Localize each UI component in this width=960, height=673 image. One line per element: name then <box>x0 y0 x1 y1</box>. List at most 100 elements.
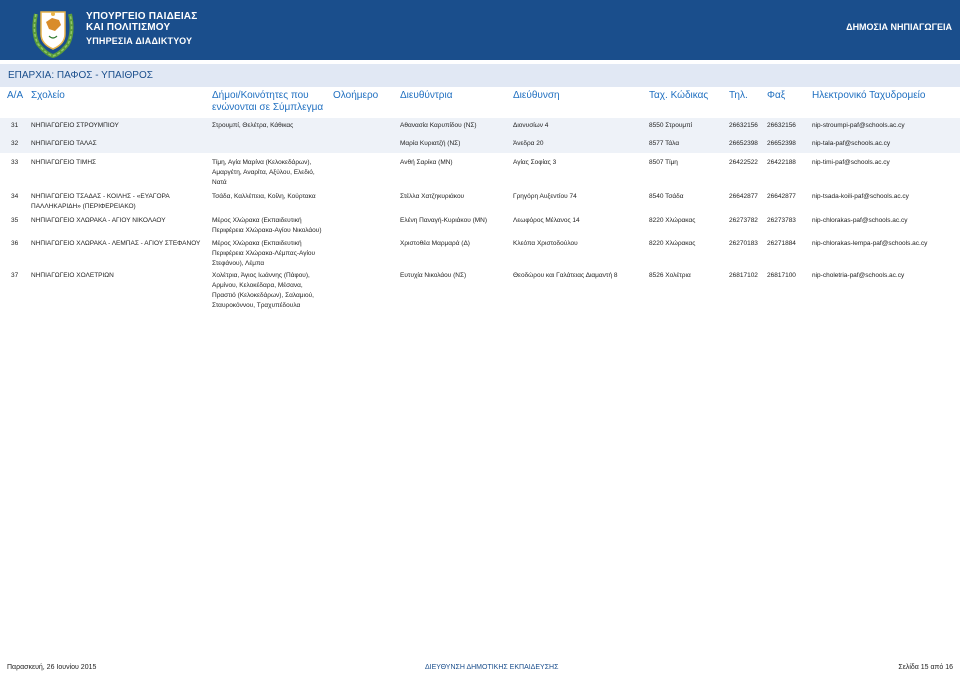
cell-postal: 8540 Τσάδα <box>649 193 684 200</box>
column-header-principal: Διευθύντρια <box>400 90 453 101</box>
cell-communities: Τίμη, Αγία Μαρίνα (Κελοκεδάρων), Αμαργέτη… <box>212 158 315 188</box>
cell-school-line: ΝΗΠΙΑΓΩΓΕΙΟ ΧΛΩΡΑΚΑ - ΛΕΜΠΑΣ - ΑΓΙΟΥ ΣΤΕ… <box>31 240 201 247</box>
cell-communities-line: Τίμη, Αγία Μαρίνα (Κελοκεδάρων), <box>212 159 312 166</box>
cell-fax: 26422188 <box>767 159 796 166</box>
cell-school: ΝΗΠΙΑΓΩΓΕΙΟ ΣΤΡΟΥΜΠΙΟΥ <box>31 121 119 131</box>
column-header-day: Ολοήμερο <box>333 90 379 101</box>
cell-address: Γρηγόρη Αυξεντίου 74 <box>513 193 577 200</box>
column-header-email: Ηλεκτρονικό Ταχυδρομείο <box>812 90 926 101</box>
cell-aa: 33 <box>11 159 19 166</box>
cell-school-line: ΝΗΠΙΑΓΩΓΕΙΟ ΤΑΛΑΣ <box>31 140 97 147</box>
district-bar: ΕΠΑΡΧΙΑ: ΠΑΦΟΣ - ΥΠΑΙΘΡΟΣ <box>0 64 960 87</box>
header-banner: ΥΠΟΥΡΓΕΙΟ ΠΑΙΔΕΙΑΣ ΚΑΙ ΠΟΛΙΤΙΣΜΟΥ ΥΠΗΡΕΣ… <box>0 0 960 60</box>
table-row: 35 ΝΗΠΙΑΓΩΓΕΙΟ ΧΛΩΡΑΚΑ - ΑΓΙΟΥ ΝΙΚΟΛΑΟΥ Μέ… <box>0 213 960 235</box>
cell-communities-line: Σταυροκόννου, Τραχυπέδουλα <box>212 302 301 309</box>
cell-principal: Ελένη Παναγή-Κυριάκου (ΜΝ) <box>400 217 488 224</box>
cell-school-line: ΠΑΛΛΗΚΑΡΙΔΗ» (ΠΕΡΙΦΕΡΕΙΑΚΟ) <box>31 203 136 210</box>
department-title: ΔΗΜΟΣΙΑ ΝΗΠΙΑΓΩΓΕΙΑ <box>846 22 952 32</box>
cell-principal: Χριστοθέα Μαρμαρά (Δ) <box>400 240 470 247</box>
column-header-communities-line2: ενώνονται σε Σύμπλεγμα <box>212 102 324 113</box>
cell-communities-line: Στρουμπί, Θελέτρα, Κάθικας <box>212 122 294 129</box>
cell-fax: 26632156 <box>767 122 796 129</box>
cell-email: nip-stroumpi-paf@schools.ac.cy <box>812 122 905 129</box>
column-header-communities-line1: Δήμοι/Κοινότητες που <box>212 90 309 101</box>
cell-communities-line: Τσάδα, Καλλέπεια, Κοίλη, Κούρτακα <box>212 193 316 200</box>
ministry-title: ΥΠΟΥΡΓΕΙΟ ΠΑΙΔΕΙΑΣ ΚΑΙ ΠΟΛΙΤΙΣΜΟΥ <box>86 11 197 33</box>
cell-school: ΝΗΠΙΑΓΩΓΕΙΟ ΧΛΩΡΑΚΑ - ΑΓΙΟΥ ΝΙΚΟΛΑΟΥ <box>31 216 166 226</box>
cell-communities-line: Αρμίνου, Κελοκέδαρα, Μέσανα, <box>212 282 303 289</box>
column-header-phone: Τηλ. <box>729 90 748 101</box>
cell-aa: 32 <box>11 140 19 147</box>
cell-aa: 35 <box>11 217 19 224</box>
table-row: 31 ΝΗΠΙΑΓΩΓΕΙΟ ΣΤΡΟΥΜΠΙΟΥ Στρουμπί, Θελέτρ… <box>0 118 960 136</box>
cell-principal: Μαρία Κυριατζή (ΝΣ) <box>400 140 461 147</box>
cell-communities-line: Περιφέρεια Χλώρακα-Αγίου Νικολάου) <box>212 227 322 234</box>
cell-phone: 26632156 <box>729 122 758 129</box>
cell-principal: Αθανασία Καρυπίδου (ΝΣ) <box>400 122 477 129</box>
ministry-title-line2: ΚΑΙ ΠΟΛΙΤΙΣΜΟΥ <box>86 22 171 33</box>
column-header-school: Σχολείο <box>31 90 65 101</box>
column-header-fax: Φαξ <box>767 90 786 101</box>
cell-fax: 26652398 <box>767 140 796 147</box>
cell-school-line: ΝΗΠΙΑΓΩΓΕΙΟ ΧΛΩΡΑΚΑ - ΑΓΙΟΥ ΝΙΚΟΛΑΟΥ <box>31 217 166 224</box>
cell-school-line: ΝΗΠΙΑΓΩΓΕΙΟ ΧΟΛΕΤΡΙΩΝ <box>31 272 114 279</box>
cell-school: ΝΗΠΙΑΓΩΓΕΙΟ ΤΣΑΔΑΣ - ΚΟΙΛΗΣ - «ΕΥΑΓΟΡΑ ΠΑ… <box>31 192 170 212</box>
district-label: ΕΠΑΡΧΙΑ: ΠΑΦΟΣ - ΥΠΑΙΘΡΟΣ <box>8 70 153 81</box>
column-header-address: Διεύθυνση <box>513 90 560 101</box>
cell-communities: Χολέτρια, Άγιος Ιωάννης (Πάφου), Αρμίνου,… <box>212 271 314 311</box>
table-row: 36 ΝΗΠΙΑΓΩΓΕΙΟ ΧΛΩΡΑΚΑ - ΛΕΜΠΑΣ - ΑΓΙΟΥ Σ… <box>0 236 960 267</box>
cell-address: Άνεδρα 20 <box>513 140 544 147</box>
column-header-aa: Α/Α <box>7 90 24 101</box>
cell-postal: 8526 Χολέτρια <box>649 272 691 279</box>
cell-principal: Ανθή Σαρίκα (ΜΝ) <box>400 159 453 166</box>
cell-school-line: ΝΗΠΙΑΓΩΓΕΙΟ ΣΤΡΟΥΜΠΙΟΥ <box>31 122 119 129</box>
cell-aa: 34 <box>11 193 19 200</box>
table-row: 32 ΝΗΠΙΑΓΩΓΕΙΟ ΤΑΛΑΣ Μαρία Κυριατζή (ΝΣ) Άν… <box>0 136 960 153</box>
cell-principal: Ευτυχία Νικολάου (ΝΣ) <box>400 272 467 279</box>
cell-school: ΝΗΠΙΑΓΩΓΕΙΟ ΤΙΜΗΣ <box>31 158 96 168</box>
cell-fax: 26271884 <box>767 240 796 247</box>
cell-communities-line: Νατά <box>212 179 227 186</box>
cell-communities-line: Χολέτρια, Άγιος Ιωάννης (Πάφου), <box>212 272 310 279</box>
cell-address: Αγίας Σοφίας 3 <box>513 159 557 166</box>
table-header: Α/Α Σχολείο Δήμοι/Κοινότητες που ενώνοντ… <box>0 88 960 116</box>
cell-communities-line: Περιφέρεια Χλώρακα-Λέμπας-Αγίου <box>212 250 316 257</box>
cell-address: Διονυσίων 4 <box>513 122 549 129</box>
table-row: 37 ΝΗΠΙΑΓΩΓΕΙΟ ΧΟΛΕΤΡΙΩΝ Χολέτρια, Άγιος Ι… <box>0 268 960 313</box>
cell-communities-line: Μέρος Χλώρακα (Εκπαιδευτική <box>212 217 302 224</box>
cell-aa: 31 <box>11 122 19 129</box>
cell-phone: 26273782 <box>729 217 758 224</box>
ministry-title-line1: ΥΠΟΥΡΓΕΙΟ ΠΑΙΔΕΙΑΣ <box>86 11 198 22</box>
cell-phone: 26642877 <box>729 193 758 200</box>
column-header-postal: Ταχ. Κώδικας <box>649 90 709 101</box>
cell-fax: 26817100 <box>767 272 796 279</box>
cell-phone: 26270183 <box>729 240 758 247</box>
cell-address: Λεωφόρος Μέλανος 14 <box>513 217 580 224</box>
cell-postal: 8220 Χλώρακας <box>649 217 696 224</box>
cell-school-line: ΝΗΠΙΑΓΩΓΕΙΟ ΤΙΜΗΣ <box>31 159 97 166</box>
cell-phone: 26817102 <box>729 272 758 279</box>
cell-postal: 8577 Τάλα <box>649 140 680 147</box>
cell-school: ΝΗΠΙΑΓΩΓΕΙΟ ΧΟΛΕΤΡΙΩΝ <box>31 271 114 281</box>
cell-phone: 26422522 <box>729 159 758 166</box>
cell-communities-line: Αμαργέτη, Αναρίτα, Αξύλου, Ελεδιό, <box>212 169 315 176</box>
cell-school-line: ΝΗΠΙΑΓΩΓΕΙΟ ΤΣΑΔΑΣ - ΚΟΙΛΗΣ - «ΕΥΑΓΟΡΑ <box>31 193 170 200</box>
cell-email: nip-timi-paf@schools.ac.cy <box>812 159 890 166</box>
cell-school: ΝΗΠΙΑΓΩΓΕΙΟ ΤΑΛΑΣ <box>31 139 97 149</box>
cell-postal: 8220 Χλώρακας <box>649 240 696 247</box>
table-row: 33 ΝΗΠΙΑΓΩΓΕΙΟ ΤΙΜΗΣ Τίμη, Αγία Μαρίνα (Κε… <box>0 155 960 187</box>
cell-fax: 26273783 <box>767 217 796 224</box>
cell-email: nip-chlorakas-paf@schools.ac.cy <box>812 217 908 224</box>
cell-principal: Στέλλα Χατζηκυριάκου <box>400 193 465 200</box>
cell-email: nip-chlorakas-lempa-paf@schools.ac.cy <box>812 240 928 247</box>
footer-date: Παρασκευή, 26 Ιουνίου 2015 <box>7 664 97 671</box>
cell-postal: 8507 Τίμη <box>649 159 678 166</box>
cell-communities-line: Πραστιό (Κελοκεδάρων), Σαλαμιού, <box>212 292 314 299</box>
cell-aa: 37 <box>11 272 19 279</box>
cell-aa: 36 <box>11 240 19 247</box>
cell-address: Κλεόπα Χριστοδούλου <box>513 240 578 247</box>
cell-phone: 26652398 <box>729 140 758 147</box>
table-row: 34 ΝΗΠΙΑΓΩΓΕΙΟ ΤΣΑΔΑΣ - ΚΟΙΛΗΣ - «ΕΥΑΓΟΡΑ… <box>0 189 960 211</box>
column-header-communities: Δήμοι/Κοινότητες που ενώνονται σε Σύμπλε… <box>212 90 323 114</box>
cell-email: nip-choletria-paf@schools.ac.cy <box>812 272 905 279</box>
